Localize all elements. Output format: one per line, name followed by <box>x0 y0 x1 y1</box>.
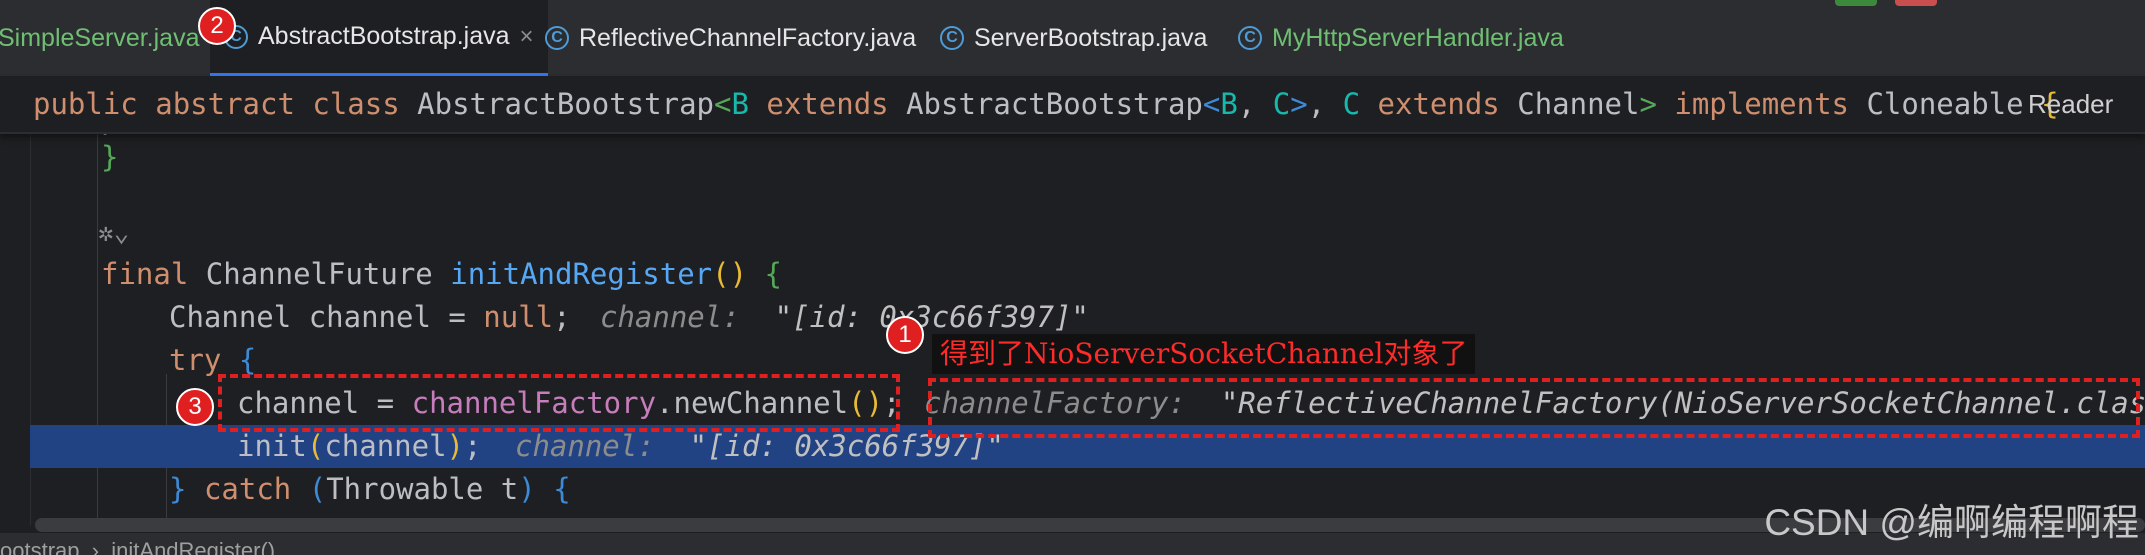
sticky-class-header[interactable]: public abstract class AbstractBootstrap<… <box>0 77 2145 134</box>
annotation-badge-1: 1 <box>886 316 924 354</box>
tab-label: ServerBootstrap.java <box>974 23 1208 52</box>
annotation-badge-3: 3 <box>176 388 214 426</box>
close-icon[interactable]: × <box>520 23 534 51</box>
code-line[interactable]: ✲⌄ <box>0 212 2145 255</box>
class-declaration: public abstract class AbstractBootstrap<… <box>33 87 2059 121</box>
tab-reflectivechannelfactory[interactable]: C ReflectiveChannelFactory.java <box>545 0 916 76</box>
editor-tab-bar: SimpleServer.java C AbstractBootstrap.ja… <box>0 0 2145 77</box>
java-class-icon: C <box>545 26 569 50</box>
tab-myhttpserverhandler[interactable]: C MyHttpServerHandler.java <box>1238 0 1564 76</box>
window-control-button[interactable] <box>1895 0 1937 6</box>
watermark: CSDN @编啊编程啊程 <box>1764 502 2139 543</box>
tab-simpleserver[interactable]: SimpleServer.java <box>0 0 199 76</box>
tab-abstractbootstrap[interactable]: C AbstractBootstrap.java × <box>210 0 548 76</box>
ai-assistant-icon[interactable]: ✲⌄ <box>98 212 129 255</box>
inline-debug-value: channel: "[id: 0x3c66f397]" <box>600 300 1089 334</box>
tab-serverbootstrap[interactable]: C ServerBootstrap.java <box>940 0 1207 76</box>
tab-label: SimpleServer.java <box>0 23 200 52</box>
annotation-badge-2: 2 <box>198 7 236 45</box>
java-class-icon: C <box>940 26 964 50</box>
code-line[interactable]: Channel channel = null; channel: "[id: 0… <box>0 296 2145 339</box>
reader-mode-toggle[interactable]: Reader <box>2028 77 2113 132</box>
highlight-box-channelfactory-value <box>928 378 2140 438</box>
code-editor[interactable]: private ChannelFuture doBind(final Socke… <box>0 96 2145 526</box>
java-class-icon: C <box>1238 26 1262 50</box>
tab-label: AbstractBootstrap.java <box>258 22 510 50</box>
tab-label: MyHttpServerHandler.java <box>1272 23 1564 52</box>
annotation-note: 得到了NioServerSocketChannel对象了 <box>932 334 1476 374</box>
code-line[interactable]: final ChannelFuture initAndRegister() { <box>0 253 2145 296</box>
code-line[interactable]: } <box>0 136 2145 179</box>
tab-label: ReflectiveChannelFactory.java <box>579 23 917 52</box>
window-control-button[interactable] <box>1835 0 1877 6</box>
highlight-box-newchannel-call <box>218 374 900 432</box>
